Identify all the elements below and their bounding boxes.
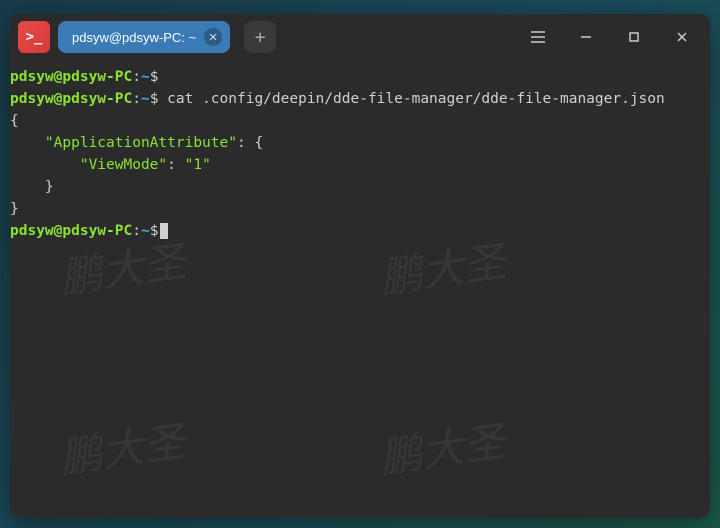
watermark: 鹏大圣	[59, 431, 187, 470]
output-line: "ApplicationAttribute": {	[10, 132, 710, 154]
minimize-button[interactable]	[566, 17, 606, 57]
user-host: pdsyw@pdsyw-PC	[10, 91, 132, 107]
prompt-path: ~	[141, 69, 150, 85]
minimize-icon	[579, 30, 593, 44]
prompt-colon: :	[132, 223, 141, 239]
output-line: }	[10, 198, 710, 220]
titlebar: >_ pdsyw@pdsyw-PC: ~ ✕ +	[10, 14, 710, 60]
tab-active[interactable]: pdsyw@pdsyw-PC: ~ ✕	[58, 21, 230, 53]
prompt-line-current: pdsyw@pdsyw-PC:~$	[10, 220, 710, 242]
hamburger-icon	[530, 30, 546, 44]
cursor	[160, 223, 168, 239]
prompt-symbol: $	[150, 69, 159, 85]
user-host: pdsyw@pdsyw-PC	[10, 223, 132, 239]
menu-button[interactable]	[518, 17, 558, 57]
prompt-colon: :	[132, 91, 141, 107]
terminal-window: >_ pdsyw@pdsyw-PC: ~ ✕ +	[10, 14, 710, 518]
maximize-icon	[627, 30, 641, 44]
output-line: "ViewMode": "1"	[10, 154, 710, 176]
tab-title: pdsyw@pdsyw-PC: ~	[72, 30, 196, 45]
prompt-path: ~	[141, 91, 150, 107]
prompt-symbol: $	[150, 223, 159, 239]
watermark: 鹏大圣	[379, 431, 507, 470]
output-line: {	[10, 110, 710, 132]
prompt-line: pdsyw@pdsyw-PC:~$	[10, 66, 710, 88]
new-tab-button[interactable]: +	[244, 21, 276, 53]
prompt-colon: :	[132, 69, 141, 85]
maximize-button[interactable]	[614, 17, 654, 57]
command-text: cat .config/deepin/dde-file-manager/dde-…	[167, 91, 665, 107]
user-host: pdsyw@pdsyw-PC	[10, 69, 132, 85]
command-text	[158, 91, 167, 107]
output-line: }	[10, 176, 710, 198]
prompt-path: ~	[141, 223, 150, 239]
command-line: pdsyw@pdsyw-PC:~$ cat .config/deepin/dde…	[10, 88, 710, 110]
terminal-body[interactable]: 鹏大圣 鹏大圣 鹏大圣 鹏大圣 pdsyw@pdsyw-PC:~$ pdsyw@…	[10, 60, 710, 248]
close-button[interactable]	[662, 17, 702, 57]
close-icon	[675, 30, 689, 44]
terminal-icon: >_	[26, 29, 43, 45]
tab-close-button[interactable]: ✕	[204, 28, 222, 46]
watermark: 鹏大圣	[59, 251, 187, 290]
watermark: 鹏大圣	[379, 251, 507, 290]
app-icon: >_	[18, 21, 50, 53]
